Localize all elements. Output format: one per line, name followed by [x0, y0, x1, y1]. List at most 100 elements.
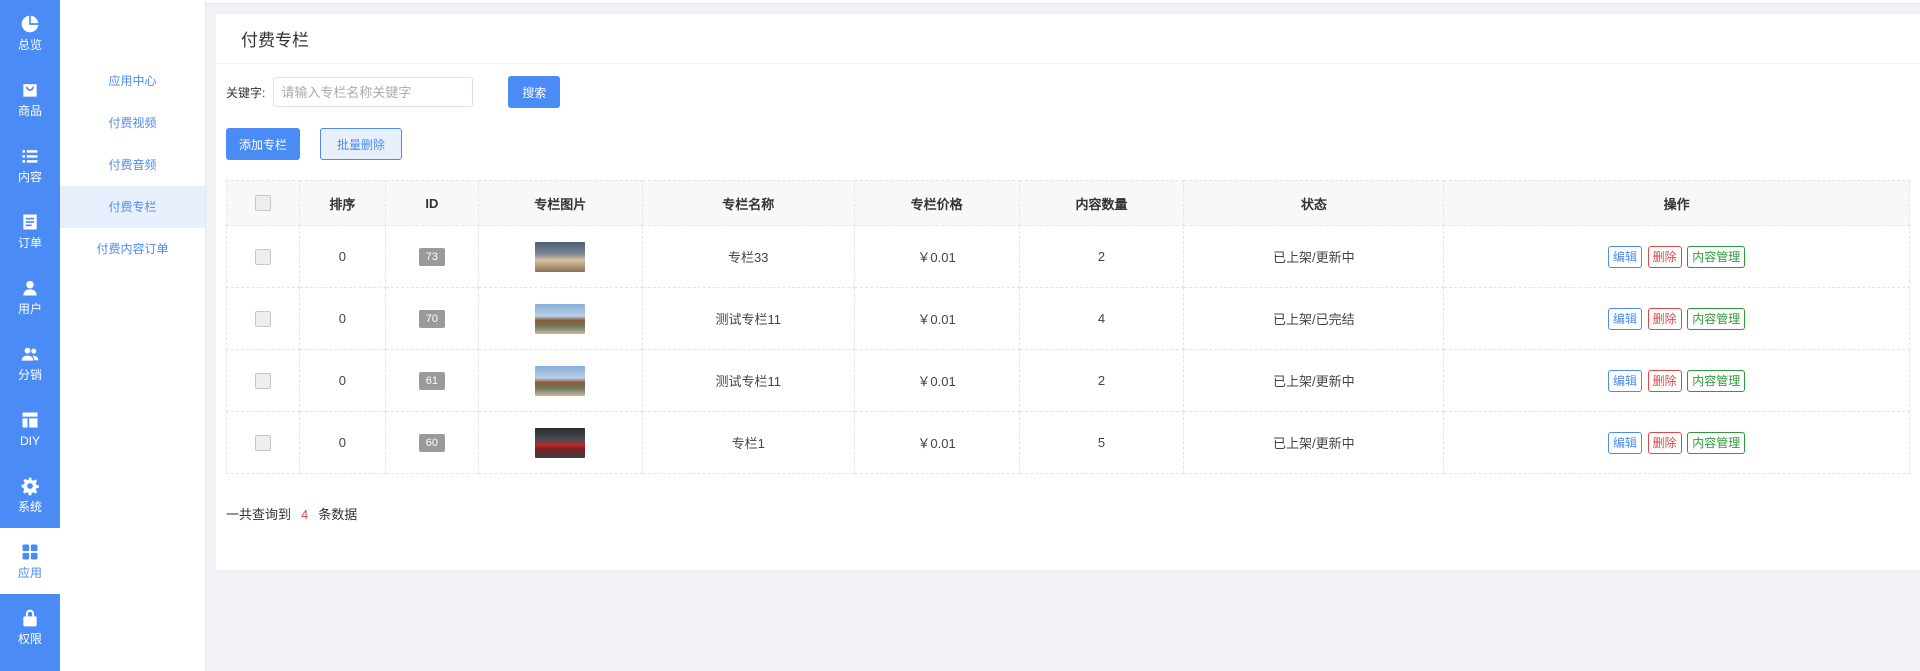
column-thumbnail [535, 241, 586, 272]
batch-delete-button[interactable]: 批量删除 [320, 128, 402, 160]
delete-button[interactable]: 删除 [1647, 369, 1682, 392]
row-ops: 编辑 删除 内容管理 [1443, 411, 1910, 474]
nav-diy[interactable]: DIY [0, 396, 60, 462]
column-thumbnail [535, 427, 586, 458]
delete-button[interactable]: 删除 [1647, 245, 1682, 268]
id-badge: 70 [418, 309, 445, 328]
row-status: 已上架/更新中 [1183, 225, 1445, 288]
header-status: 状态 [1183, 180, 1445, 226]
search-input[interactable] [273, 77, 474, 107]
row-name: 专栏1 [641, 411, 855, 474]
edit-button[interactable]: 编辑 [1607, 307, 1642, 330]
page-title: 付费专栏 [216, 14, 1920, 64]
row-status: 已上架/更新中 [1183, 411, 1445, 474]
row-count: 4 [1018, 287, 1185, 350]
nav-label: 订单 [17, 236, 42, 250]
nav-system[interactable]: 系统 [0, 462, 60, 528]
nav-label: 内容 [17, 170, 42, 184]
search-label: 关键字: [226, 85, 266, 100]
row-image-cell [477, 411, 643, 474]
nav-apps[interactable]: 应用 [0, 528, 60, 594]
table-header-row: 排序 ID 专栏图片 专栏名称 专栏价格 内容数量 状态 操作 [226, 180, 1910, 226]
row-sort: 0 [298, 287, 386, 350]
column-thumbnail [535, 365, 586, 396]
edit-button[interactable]: 编辑 [1607, 431, 1642, 454]
search-bar: 关键字: 搜索 [226, 76, 561, 108]
submenu-paid-audio[interactable]: 付费音频 [60, 144, 205, 186]
row-id-cell: 73 [384, 225, 479, 288]
row-checkbox[interactable] [254, 310, 271, 327]
main-card: 付费专栏 关键字: 搜索 添加专栏 批量删除 排序 ID 专栏图片 专 [216, 14, 1920, 570]
nav-label: 商品 [17, 104, 42, 118]
header-id: ID [384, 180, 479, 226]
table-row: 0 61 测试专栏11 ￥0.01 2 已上架/更新中 编辑 删除 内容管理 [226, 349, 1910, 412]
nav-label: 用户 [17, 302, 42, 316]
nav-label: 分销 [17, 368, 42, 382]
column-thumbnail [535, 303, 586, 334]
row-price: ￥0.01 [853, 225, 1020, 288]
list-icon [22, 150, 38, 163]
table-row: 0 60 专栏1 ￥0.01 5 已上架/更新中 编辑 删除 内容管理 [226, 411, 1910, 474]
nav-label: 总览 [17, 38, 42, 52]
nav-overview[interactable]: 总览 [0, 0, 60, 66]
header-sort: 排序 [298, 180, 386, 226]
delete-button[interactable]: 删除 [1647, 431, 1682, 454]
result-summary: 一共查询到 4 条数据 [226, 504, 357, 523]
row-sort: 0 [298, 349, 386, 412]
row-id-cell: 61 [384, 349, 479, 412]
edit-button[interactable]: 编辑 [1607, 369, 1642, 392]
row-count: 2 [1018, 349, 1185, 412]
row-ops: 编辑 删除 内容管理 [1443, 225, 1910, 288]
content-manage-button[interactable]: 内容管理 [1687, 245, 1746, 268]
submenu-paid-column[interactable]: 付费专栏 [60, 186, 205, 228]
header-ops: 操作 [1443, 180, 1910, 226]
summary-prefix: 一共查询到 [226, 507, 292, 522]
row-checkbox[interactable] [254, 372, 271, 389]
table-row: 0 70 测试专栏11 ￥0.01 4 已上架/已完结 编辑 删除 内容管理 [226, 287, 1910, 350]
submenu-app-center[interactable]: 应用中心 [60, 60, 205, 102]
nav-permissions[interactable]: 权限 [0, 594, 60, 660]
row-ops: 编辑 删除 内容管理 [1443, 287, 1910, 350]
row-ops: 编辑 删除 内容管理 [1443, 349, 1910, 412]
row-checkbox[interactable] [254, 248, 271, 265]
nav-users[interactable]: 用户 [0, 264, 60, 330]
select-all-checkbox[interactable] [254, 195, 271, 212]
row-checkbox[interactable] [254, 434, 271, 451]
row-select-cell [226, 411, 300, 474]
row-status: 已上架/更新中 [1183, 349, 1445, 412]
row-select-cell [226, 225, 300, 288]
content-manage-button[interactable]: 内容管理 [1687, 307, 1746, 330]
id-badge: 73 [418, 247, 445, 266]
row-sort: 0 [298, 225, 386, 288]
column-table: 排序 ID 专栏图片 专栏名称 专栏价格 内容数量 状态 操作 0 73 专栏3… [226, 180, 1910, 474]
lock-icon [23, 609, 37, 627]
header-select-all [226, 180, 300, 226]
header-name: 专栏名称 [641, 180, 855, 226]
bag-icon [23, 84, 37, 97]
row-price: ￥0.01 [853, 349, 1020, 412]
content-manage-button[interactable]: 内容管理 [1687, 431, 1746, 454]
add-column-button[interactable]: 添加专栏 [226, 128, 300, 160]
submenu-paid-video[interactable]: 付费视频 [60, 102, 205, 144]
submenu-paid-content-orders[interactable]: 付费内容订单 [60, 228, 205, 270]
content-manage-button[interactable]: 内容管理 [1687, 369, 1746, 392]
row-image-cell [477, 287, 643, 350]
pie-chart-icon [21, 15, 39, 33]
edit-button[interactable]: 编辑 [1607, 245, 1642, 268]
nav-distribution[interactable]: 分销 [0, 330, 60, 396]
user-icon [23, 280, 37, 296]
nav-goods[interactable]: 商品 [0, 66, 60, 132]
nav-label: 权限 [17, 632, 42, 646]
row-select-cell [226, 287, 300, 350]
row-id-cell: 60 [384, 411, 479, 474]
row-image-cell [477, 349, 643, 412]
delete-button[interactable]: 删除 [1647, 307, 1682, 330]
search-button[interactable]: 搜索 [508, 76, 561, 108]
nav-label: 应用 [17, 566, 42, 580]
nav-label: 系统 [17, 500, 42, 514]
nav-content[interactable]: 内容 [0, 132, 60, 198]
id-badge: 60 [418, 433, 445, 452]
row-name: 测试专栏11 [641, 287, 855, 350]
top-strip [206, 0, 1920, 4]
nav-orders[interactable]: 订单 [0, 198, 60, 264]
